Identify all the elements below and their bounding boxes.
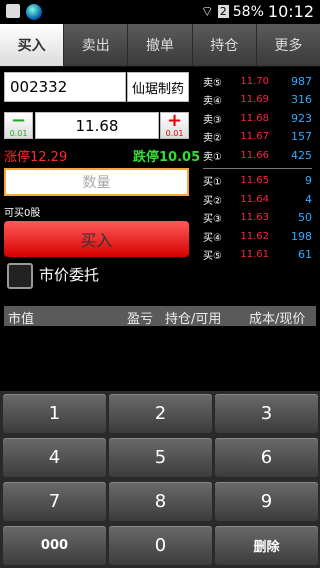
buy-level-1: 买① 11.65 9 xyxy=(203,172,312,191)
buy-level-3: 买③ 11.63 50 xyxy=(203,209,312,228)
level-volume: 198 xyxy=(291,229,312,243)
level-price: 11.69 xyxy=(240,94,269,106)
sell-level-4: 卖④ 11.69 316 xyxy=(203,91,312,110)
level-label: 买① xyxy=(203,177,222,189)
gallery-icon xyxy=(6,4,20,18)
status-bar: ⌔ 2 58% 10:12 xyxy=(0,0,320,24)
key-1[interactable]: 1 xyxy=(3,394,106,433)
key-0[interactable]: 0 xyxy=(109,526,212,565)
positions-header: 市值 盈亏 持仓/可用 成本/现价 xyxy=(4,306,316,327)
sell-level-1: 卖① 11.66 425 xyxy=(203,146,312,165)
price-field[interactable]: 11.68 xyxy=(35,112,159,139)
level-label: 买④ xyxy=(203,232,222,244)
tab-buy[interactable]: 买入 xyxy=(0,24,64,66)
level-label: 卖④ xyxy=(203,96,222,108)
clock: 10:12 xyxy=(267,2,314,21)
sell-level-3: 卖③ 11.68 923 xyxy=(203,109,312,128)
level-volume: 4 xyxy=(305,192,312,206)
plus-step-label: 0.01 xyxy=(165,129,184,138)
sell-level-2: 卖② 11.67 157 xyxy=(203,128,312,147)
orderbook-divider xyxy=(203,167,312,169)
level-label: 卖① xyxy=(203,151,222,163)
sim-icon: 2 xyxy=(217,5,229,18)
minus-icon: − xyxy=(10,110,27,131)
level-price: 11.62 xyxy=(240,230,269,242)
key-2[interactable]: 2 xyxy=(109,394,212,433)
stock-code-field[interactable]: 002332 xyxy=(4,72,126,102)
buy-button[interactable]: 买入 xyxy=(4,221,189,257)
level-price: 11.61 xyxy=(240,249,269,261)
buy-level-2: 买② 11.64 4 xyxy=(203,190,312,209)
tab-sell[interactable]: 卖出 xyxy=(63,24,127,66)
level-volume: 157 xyxy=(291,130,312,144)
level-label: 卖② xyxy=(203,133,222,145)
level-price: 11.66 xyxy=(240,149,269,161)
globe-icon xyxy=(26,4,42,20)
level-price: 11.65 xyxy=(240,175,269,187)
available-quantity: 可买0股 xyxy=(4,208,41,219)
level-label: 买② xyxy=(203,195,222,207)
col-pnl: 盈亏 xyxy=(127,312,154,327)
tab-cancel[interactable]: 撤单 xyxy=(127,24,191,66)
col-cost: 成本/现价 xyxy=(249,312,306,327)
level-volume: 61 xyxy=(298,248,312,262)
key-6[interactable]: 6 xyxy=(215,438,318,477)
numeric-keypad: 1 2 3 4 5 6 7 8 9 000 0 删除 xyxy=(0,391,320,568)
level-volume: 316 xyxy=(291,93,312,107)
key-000[interactable]: 000 xyxy=(3,526,106,565)
sell-level-5: 卖⑤ 11.70 987 xyxy=(203,72,312,91)
level-volume: 50 xyxy=(298,211,312,225)
level-price: 11.64 xyxy=(240,193,269,205)
col-market-value: 市值 xyxy=(8,312,35,327)
key-9[interactable]: 9 xyxy=(215,482,318,521)
level-price: 11.67 xyxy=(240,131,269,143)
key-4[interactable]: 4 xyxy=(3,438,106,477)
col-holding: 持仓/可用 xyxy=(165,312,222,327)
plus-icon: + xyxy=(166,110,183,131)
key-7[interactable]: 7 xyxy=(3,482,106,521)
limit-up-label: 涨停12.29 xyxy=(4,150,68,165)
battery-level: 58% xyxy=(232,3,264,20)
price-plus-button[interactable]: + 0.01 xyxy=(160,112,189,139)
level-price: 11.68 xyxy=(240,112,269,124)
level-label: 卖③ xyxy=(203,114,222,126)
delete-key[interactable]: 删除 xyxy=(215,526,318,565)
stock-name: 仙琚制药 xyxy=(127,72,189,102)
market-order-label: 市价委托 xyxy=(39,266,100,284)
market-order-checkbox[interactable] xyxy=(7,263,33,289)
price-minus-button[interactable]: − 0.01 xyxy=(4,112,33,139)
level-price: 11.70 xyxy=(240,75,269,87)
quantity-input[interactable]: 数量 xyxy=(4,168,189,196)
key-3[interactable]: 3 xyxy=(215,394,318,433)
buy-level-5: 买⑤ 11.61 61 xyxy=(203,246,312,265)
wifi-icon: ⌔ xyxy=(200,3,214,20)
tab-more[interactable]: 更多 xyxy=(255,24,320,66)
level-label: 买③ xyxy=(203,214,222,226)
level-label: 卖⑤ xyxy=(203,77,222,89)
level-volume: 425 xyxy=(291,148,312,162)
key-8[interactable]: 8 xyxy=(109,482,212,521)
minus-step-label: 0.01 xyxy=(9,129,28,138)
limit-down-label: 跌停10.05 xyxy=(133,150,201,165)
level-volume: 923 xyxy=(291,111,312,125)
tab-holdings[interactable]: 持仓 xyxy=(191,24,256,66)
level-volume: 987 xyxy=(291,74,312,88)
key-5[interactable]: 5 xyxy=(109,438,212,477)
level-price: 11.63 xyxy=(240,212,269,224)
level-volume: 9 xyxy=(305,174,312,188)
order-book: 卖⑤ 11.70 987 卖④ 11.69 316 卖③ 11.68 923 卖② 11.67… xyxy=(203,72,312,262)
level-label: 买⑤ xyxy=(203,251,222,263)
trade-tabs: 买入 卖出 撤单 持仓 更多 xyxy=(0,24,320,67)
buy-level-4: 买④ 11.62 198 xyxy=(203,227,312,246)
